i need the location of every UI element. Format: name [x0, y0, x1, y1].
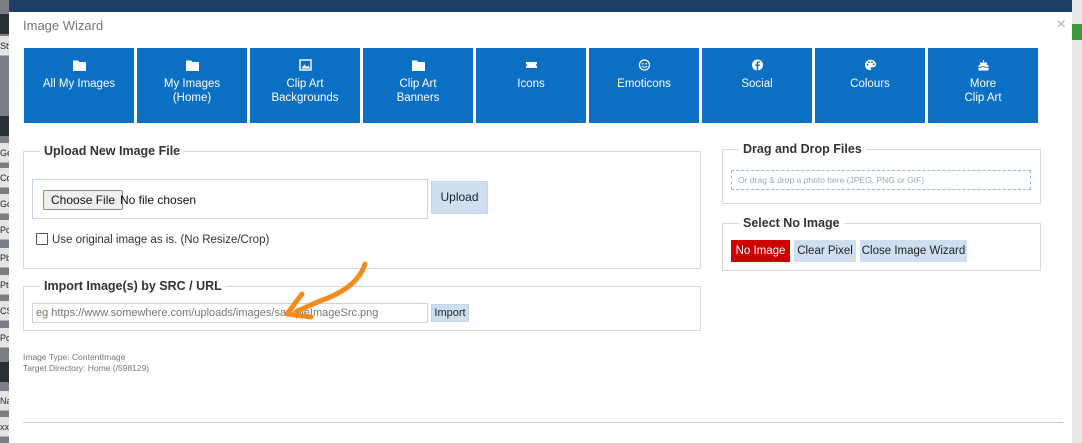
background-right-panel	[1072, 0, 1082, 443]
background-left-header	[0, 14, 9, 34]
select-no-image-legend: Select No Image	[739, 216, 844, 230]
tile-icons[interactable]: Icons	[476, 48, 586, 123]
file-input[interactable]: Choose File No file chosen	[32, 179, 428, 219]
background-left-item: Cook	[0, 168, 9, 188]
use-original-checkbox[interactable]	[36, 233, 48, 245]
ticket-icon	[476, 59, 586, 75]
tile-my-images-home[interactable]: My Images (Home)	[137, 48, 247, 123]
tile-label: My Images (Home)	[163, 78, 221, 104]
tile-label: Social	[741, 78, 773, 90]
close-icon[interactable]: ×	[1057, 16, 1066, 34]
cake-icon	[928, 59, 1038, 75]
background-left-header	[0, 116, 9, 136]
background-top-toolbar	[9, 0, 1082, 12]
background-left-item: Pco	[0, 220, 9, 240]
folder-icon	[137, 59, 247, 75]
tile-all-my-images[interactable]: All My Images	[24, 48, 134, 123]
image-wizard-modal: Image Wizard × All My Images My Images (…	[9, 12, 1072, 443]
image-icon	[250, 59, 360, 75]
modal-title: Image Wizard	[23, 18, 104, 33]
background-left-item: Pto	[0, 275, 9, 295]
no-image-button[interactable]: No Image	[731, 240, 790, 262]
tile-label: Clip Art Backgrounds	[271, 78, 339, 104]
tile-clip-art-banners[interactable]: Clip Art Banners	[363, 48, 473, 123]
use-original-label: Use original image as is. (No Resize/Cro…	[52, 234, 270, 246]
tile-label: Clip Art Banners	[396, 78, 440, 104]
background-left-header	[0, 362, 9, 382]
background-left-item: CS	[0, 301, 9, 321]
choose-file-button[interactable]: Choose File	[43, 190, 124, 210]
background-left-item: Sty	[0, 36, 9, 56]
import-legend: Import Image(s) by SRC / URL	[40, 279, 226, 293]
image-url-input[interactable]	[32, 303, 428, 323]
folder-icon	[24, 59, 134, 75]
tile-label: Colours	[850, 78, 890, 90]
clear-pixel-button[interactable]: Clear Pixel	[794, 240, 856, 262]
import-button[interactable]: Import	[431, 304, 469, 322]
facebook-icon	[702, 59, 812, 75]
tile-more-clip-art[interactable]: More Clip Art	[928, 48, 1038, 123]
background-left-item: Name	[0, 391, 9, 411]
upload-button[interactable]: Upload	[431, 181, 488, 214]
background-left-item: Pop	[0, 328, 9, 348]
file-status-text: No file chosen	[120, 193, 197, 207]
target-directory-text: Target Directory: Home (/598129)	[23, 363, 150, 373]
dragdrop-legend: Drag and Drop Files	[739, 142, 866, 156]
tile-label: Emoticons	[617, 78, 671, 90]
tile-social[interactable]: Social	[702, 48, 812, 123]
background-right-button	[1072, 24, 1082, 40]
tile-clip-art-backgrounds[interactable]: Clip Art Backgrounds	[250, 48, 360, 123]
upload-legend: Upload New Image File	[40, 144, 185, 158]
background-left-item: Gen	[0, 143, 9, 163]
folder-icon	[363, 59, 473, 75]
close-image-wizard-button[interactable]: Close Image Wizard	[860, 240, 967, 262]
image-type-text: Image Type: ContentImage	[23, 352, 126, 362]
drop-zone[interactable]: Or drag & drop a photo here (JPEG, PNG o…	[731, 170, 1031, 190]
tile-colours[interactable]: Colours	[815, 48, 925, 123]
bottom-divider	[23, 422, 1063, 423]
smiley-icon	[589, 59, 699, 75]
background-left-item: Pbo	[0, 248, 9, 268]
tile-label: Icons	[517, 78, 545, 90]
tile-label: All My Images	[42, 78, 116, 90]
background-left-item: xx	[0, 417, 9, 437]
tile-label: More Clip Art	[964, 78, 1002, 104]
palette-icon	[815, 59, 925, 75]
tile-emoticons[interactable]: Emoticons	[589, 48, 699, 123]
background-left-item: Gdu	[0, 194, 9, 214]
